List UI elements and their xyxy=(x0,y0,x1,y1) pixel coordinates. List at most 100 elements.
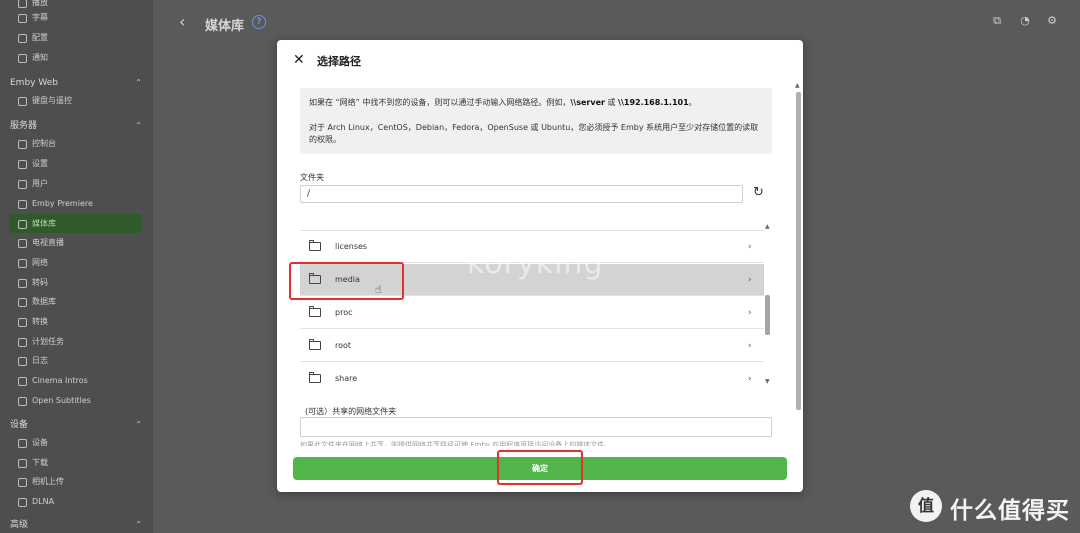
sidebar-section-emby-web[interactable]: Emby Web ⌃ xyxy=(10,75,142,91)
sidebar-item-label: Open Subtitles xyxy=(32,396,91,405)
info-line-1: 如果在 “网络” 中找不到您的设备，则可以通过手动输入网络路径。例如，\\ser… xyxy=(309,97,697,109)
sidebar-item-settings[interactable]: 设置 xyxy=(18,156,48,172)
list-item[interactable]: root › xyxy=(300,330,764,362)
list-item-label: proc xyxy=(335,308,353,317)
list-item-label: root xyxy=(335,341,352,350)
gear-icon xyxy=(18,159,27,169)
share-path-input[interactable] xyxy=(300,417,772,437)
list-item-label: licenses xyxy=(335,242,368,251)
sidebar-item-downloads[interactable]: 下载 xyxy=(18,455,48,471)
info-ip-example: \\192.168.1.101 xyxy=(618,98,689,107)
chevron-up-icon: ⌃ xyxy=(135,420,142,429)
sidebar-item-profile[interactable]: 配置 xyxy=(18,30,48,46)
chevron-right-icon: › xyxy=(748,307,752,318)
sidebar-item-label: 键盘与遥控 xyxy=(32,96,72,105)
sidebar-item-cinema-intros[interactable]: Cinema Intros xyxy=(18,373,88,389)
back-button[interactable]: ‹ xyxy=(179,12,185,31)
settings-icon[interactable]: ⚙ xyxy=(1046,15,1058,27)
chevron-right-icon: › xyxy=(748,274,752,285)
sidebar-item-label: 控制台 xyxy=(32,139,56,148)
page-title: 媒体库 xyxy=(205,19,245,34)
sidebar-item-subtitles[interactable]: 字幕 xyxy=(18,10,48,26)
dialog-scrollbar[interactable] xyxy=(796,92,801,410)
sidebar-item-convert[interactable]: 转换 xyxy=(18,314,48,330)
sidebar-item-label: 设置 xyxy=(32,159,48,168)
sidebar-item-label: 配置 xyxy=(32,33,48,42)
sidebar: 播放 字幕 配置 通知 Emby Web ⌃ 键盘与遥控 服务器 ⌃ 控制台 设置 … xyxy=(0,0,153,533)
sidebar-item-label: DLNA xyxy=(32,497,55,506)
sidebar-item-library[interactable]: 媒体库 xyxy=(18,216,56,232)
sidebar-item-label: 媒体库 xyxy=(32,219,56,228)
share-hint: 如果此文件夹在网络上共享，则提供网络共享路径可使 Emby 应用程序直接访问设备… xyxy=(300,441,612,446)
section-heading: 高级 xyxy=(10,520,29,530)
sidebar-item-database[interactable]: 数据库 xyxy=(18,294,56,310)
folder-icon xyxy=(18,219,27,229)
chevron-up-icon: ⌃ xyxy=(135,78,142,87)
sidebar-item-label: 设备 xyxy=(32,438,48,447)
sidebar-item-logs[interactable]: 日志 xyxy=(18,353,48,369)
bell-icon xyxy=(18,53,27,63)
ok-button[interactable]: 确定 xyxy=(293,457,787,480)
share-label: (可选）共享的网络文件夹 xyxy=(305,407,397,416)
sidebar-item-transcode[interactable]: 转码 xyxy=(18,275,48,291)
wifi-icon xyxy=(18,258,27,268)
brand-text: 什么值得买 xyxy=(950,498,1070,524)
device-icon xyxy=(18,438,27,448)
sidebar-section-devices[interactable]: 设备 ⌃ xyxy=(10,417,142,433)
list-item[interactable]: share › xyxy=(300,363,764,388)
chevron-up-icon: ⌃ xyxy=(135,520,142,529)
close-icon[interactable]: ✕ xyxy=(293,52,305,68)
user-icon[interactable]: ◔ xyxy=(1019,15,1031,27)
sidebar-item-dashboard[interactable]: 控制台 xyxy=(18,136,56,152)
dlna-icon xyxy=(18,497,27,507)
chevron-up-icon: ⌃ xyxy=(135,121,142,130)
convert-icon xyxy=(18,317,27,327)
list-item-partial[interactable] xyxy=(300,220,764,231)
info-text: 如果在 “网络” 中找不到您的设备，则可以通过手动输入网络路径。例如， xyxy=(309,98,571,107)
users-icon xyxy=(18,179,27,189)
chevron-right-icon: › xyxy=(748,340,752,351)
sidebar-item-label: Cinema Intros xyxy=(32,376,88,385)
sidebar-item-keyboard[interactable]: 键盘与遥控 xyxy=(18,93,72,109)
sidebar-item-network[interactable]: 网络 xyxy=(18,255,48,271)
help-icon[interactable]: ? xyxy=(252,15,266,29)
sidebar-section-server[interactable]: 服务器 ⌃ xyxy=(10,118,142,134)
sidebar-item-dlna[interactable]: DLNA xyxy=(18,494,54,510)
scrollbar-thumb[interactable] xyxy=(765,295,770,335)
sidebar-item-open-subtitles[interactable]: Open Subtitles xyxy=(18,393,91,409)
dialog-title: 选择路径 xyxy=(317,55,361,68)
folder-icon xyxy=(309,372,321,383)
folder-icon xyxy=(309,240,321,251)
sidebar-item-camera-upload[interactable]: 相机上传 xyxy=(18,474,64,490)
info-text: 。 xyxy=(688,98,697,107)
list-item[interactable]: proc › xyxy=(300,297,764,329)
log-icon xyxy=(18,356,27,366)
scroll-up-arrow-icon[interactable]: ▲ xyxy=(765,223,770,230)
sidebar-section-advanced[interactable]: 高级 ⌃ xyxy=(10,517,142,533)
sidebar-item-label: 相机上传 xyxy=(32,477,64,486)
section-heading: 服务器 xyxy=(10,121,38,131)
scroll-down-arrow-icon[interactable]: ▼ xyxy=(765,378,770,385)
sidebar-item-notifications[interactable]: 通知 xyxy=(18,50,48,66)
sidebar-item-live-tv[interactable]: 电视直播 xyxy=(18,235,64,251)
refresh-icon[interactable]: ↻ xyxy=(753,185,764,200)
dashboard-icon xyxy=(18,139,27,149)
sidebar-item-premiere[interactable]: Emby Premiere xyxy=(18,196,93,212)
sidebar-item-devices[interactable]: 设备 xyxy=(18,435,48,451)
sidebar-item-label: 转换 xyxy=(32,317,48,326)
sidebar-item-scheduled-tasks[interactable]: 计划任务 xyxy=(18,334,64,350)
folder-icon xyxy=(309,339,321,350)
sidebar-item-label: 电视直播 xyxy=(32,238,64,247)
sidebar-item-users[interactable]: 用户 xyxy=(18,176,48,192)
dialog-scrollbar-thumb[interactable] xyxy=(796,92,801,410)
chevron-right-icon: › xyxy=(748,373,752,384)
cast-icon[interactable]: ⧉ xyxy=(991,15,1003,27)
folder-path-input[interactable]: / xyxy=(300,185,743,203)
sidebar-item-label: 下载 xyxy=(32,458,48,467)
camera-icon xyxy=(18,477,27,487)
sidebar-item-label: 计划任务 xyxy=(32,337,64,346)
film-icon xyxy=(18,376,27,386)
sidebar-item-label: 日志 xyxy=(32,356,48,365)
dialog-scroll-up-arrow-icon[interactable]: ▲ xyxy=(795,82,800,89)
list-scrollbar[interactable]: ▲ ▼ xyxy=(765,223,771,388)
